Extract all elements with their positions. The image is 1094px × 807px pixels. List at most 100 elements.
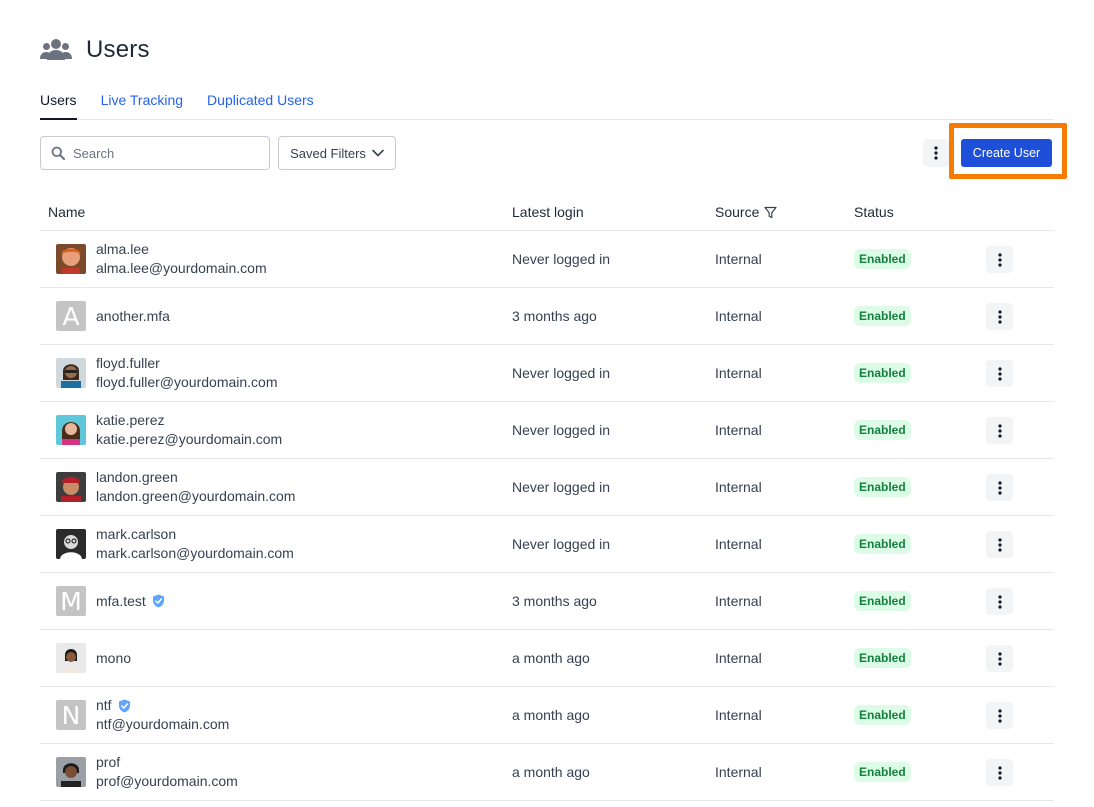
email: alma.lee@yourdomain.com (96, 260, 267, 276)
avatar-letter: N (56, 700, 86, 730)
source: Internal (715, 365, 762, 381)
email: mark.carlson@yourdomain.com (96, 545, 294, 561)
row-actions-button[interactable] (986, 474, 1013, 501)
status-badge: Enabled (854, 420, 911, 440)
kebab-icon (997, 309, 1002, 324)
avatar-letter: A (56, 301, 86, 331)
status-cell: Enabled (854, 345, 911, 401)
saved-filters-dropdown[interactable]: Saved Filters (278, 136, 396, 170)
username-line: katie.perez (96, 411, 282, 430)
source: Internal (715, 479, 762, 495)
status-cell: Enabled (854, 630, 911, 686)
status-badge: Enabled (854, 363, 911, 383)
table-row[interactable]: mark.carlson mark.carlson@yourdomain.com… (40, 516, 1054, 573)
username[interactable]: floyd.fuller (96, 354, 160, 373)
name-cell: mono (56, 630, 131, 686)
name-cell: alma.lee alma.lee@yourdomain.com (56, 231, 267, 287)
tab-duplicated-users[interactable]: Duplicated Users (207, 84, 314, 120)
status-cell: Enabled (854, 687, 911, 743)
row-actions-button[interactable] (986, 588, 1013, 615)
row-actions-button[interactable] (986, 702, 1013, 729)
latest-login: Never logged in (512, 536, 611, 552)
status-cell: Enabled (854, 402, 911, 458)
column-header-name[interactable]: Name (48, 204, 85, 220)
username[interactable]: another.mfa (96, 307, 170, 326)
source: Internal (715, 650, 762, 666)
table-row[interactable]: prof prof@yourdomain.com a month ago Int… (40, 744, 1054, 801)
column-header-status[interactable]: Status (854, 204, 894, 220)
row-actions-button[interactable] (986, 246, 1013, 273)
username-line: prof (96, 753, 238, 772)
username[interactable]: ntf (96, 696, 112, 715)
status-cell: Enabled (854, 573, 911, 629)
username[interactable]: landon.green (96, 468, 178, 487)
row-actions-button[interactable] (986, 303, 1013, 330)
create-user-button[interactable]: Create User (961, 139, 1052, 167)
table-row[interactable]: A another.mfa 3 months ago Internal Enab… (40, 288, 1054, 345)
table-row[interactable]: floyd.fuller floyd.fuller@yourdomain.com… (40, 345, 1054, 402)
search-box[interactable] (40, 136, 270, 170)
latest-login: 3 months ago (512, 593, 597, 609)
email: ntf@yourdomain.com (96, 716, 230, 732)
status-badge: Enabled (854, 534, 911, 554)
kebab-icon (997, 480, 1002, 495)
username[interactable]: prof (96, 753, 120, 772)
kebab-icon (997, 765, 1002, 780)
status-cell: Enabled (854, 288, 911, 344)
column-header-source[interactable]: Source (715, 204, 777, 220)
table-row[interactable]: landon.green landon.green@yourdomain.com… (40, 459, 1054, 516)
username-line: alma.lee (96, 240, 267, 259)
avatar-letter: M (56, 586, 86, 616)
latest-login: Never logged in (512, 479, 611, 495)
username[interactable]: alma.lee (96, 240, 149, 259)
latest-login: a month ago (512, 707, 590, 723)
name-cell: landon.green landon.green@yourdomain.com (56, 459, 295, 515)
table-row[interactable]: katie.perez katie.perez@yourdomain.com N… (40, 402, 1054, 459)
table-row[interactable]: alma.lee alma.lee@yourdomain.com Never l… (40, 231, 1054, 288)
username[interactable]: katie.perez (96, 411, 164, 430)
column-header-latest-login[interactable]: Latest login (512, 204, 584, 220)
row-actions-button[interactable] (986, 645, 1013, 672)
search-input[interactable] (73, 145, 253, 161)
name-cell: mark.carlson mark.carlson@yourdomain.com (56, 516, 294, 572)
tab-users[interactable]: Users (40, 84, 77, 120)
status-badge: Enabled (854, 591, 911, 611)
avatar (56, 643, 86, 673)
name-cell: floyd.fuller floyd.fuller@yourdomain.com (56, 345, 278, 401)
avatar (56, 529, 86, 559)
username-line: ntf (96, 696, 229, 715)
latest-login: 3 months ago (512, 308, 597, 324)
email: landon.green@yourdomain.com (96, 488, 296, 504)
username-line: landon.green (96, 468, 295, 487)
username[interactable]: mark.carlson (96, 525, 176, 544)
tab-live-tracking[interactable]: Live Tracking (101, 84, 183, 120)
more-options-button[interactable] (923, 139, 949, 167)
kebab-icon (997, 423, 1002, 438)
table-row[interactable]: N ntf ntf@yourdomain.com a month ago Int… (40, 687, 1054, 744)
latest-login: Never logged in (512, 365, 611, 381)
table-header: Name Latest login Source Status (40, 194, 1054, 231)
toolbar: Saved Filters Create User (40, 123, 1067, 179)
username[interactable]: mono (96, 649, 131, 668)
filter-icon[interactable] (764, 206, 777, 219)
page-header: Users (40, 30, 150, 70)
latest-login: Never logged in (512, 422, 611, 438)
row-actions-button[interactable] (986, 531, 1013, 558)
username[interactable]: mfa.test (96, 592, 146, 611)
table-row[interactable]: mono a month ago Internal Enabled (40, 630, 1054, 687)
row-actions-button[interactable] (986, 759, 1013, 786)
tab-bar: Users Live Tracking Duplicated Users (40, 84, 1054, 120)
row-actions-button[interactable] (986, 417, 1013, 444)
username-line: mark.carlson (96, 525, 294, 544)
table-row[interactable]: M mfa.test 3 months ago Internal Enabled (40, 573, 1054, 630)
source: Internal (715, 536, 762, 552)
latest-login: a month ago (512, 650, 590, 666)
status-badge: Enabled (854, 306, 911, 326)
kebab-icon (934, 146, 938, 160)
latest-login: Never logged in (512, 251, 611, 267)
username-line: another.mfa (96, 307, 170, 326)
row-actions-button[interactable] (986, 360, 1013, 387)
avatar (56, 415, 86, 445)
status-cell: Enabled (854, 231, 911, 287)
chevron-down-icon (372, 149, 384, 157)
